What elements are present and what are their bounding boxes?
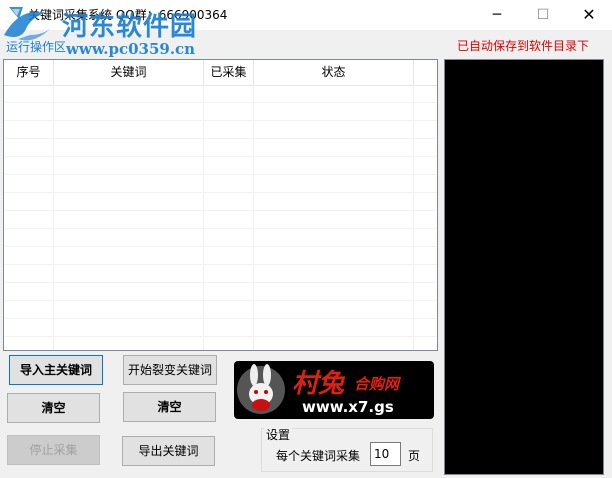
close-button[interactable]: ✕ xyxy=(566,0,612,30)
table-row xyxy=(4,121,437,139)
table-row xyxy=(4,103,437,121)
list-header: 序号 关键词 已采集 状态 xyxy=(4,60,437,86)
keyword-list[interactable]: 序号 关键词 已采集 状态 xyxy=(3,59,438,351)
table-row xyxy=(4,301,437,319)
pages-per-keyword-input[interactable] xyxy=(370,442,401,466)
table-row xyxy=(4,337,437,350)
pages-unit-label: 页 xyxy=(408,449,421,463)
ad-banner[interactable]: 村兔 合购网 www.x7.gs xyxy=(234,361,434,419)
settings-legend: 设置 xyxy=(264,426,293,443)
import-main-keywords-button[interactable]: 导入主关键词 xyxy=(9,355,103,385)
ad-brand: 村兔 xyxy=(292,369,345,399)
output-panel[interactable] xyxy=(444,59,604,475)
table-row xyxy=(4,283,437,301)
table-row xyxy=(4,85,437,103)
operation-area-label: 运行操作区 xyxy=(6,40,67,54)
clear-main-button[interactable]: 清空 xyxy=(7,393,100,423)
export-keywords-button[interactable]: 导出关键词 xyxy=(122,436,215,466)
save-notice: 已自动保存到软件目录下 xyxy=(457,39,590,53)
column-header-collected[interactable]: 已采集 xyxy=(204,60,254,85)
column-header-status[interactable]: 状态 xyxy=(254,60,414,85)
column-header-index[interactable]: 序号 xyxy=(4,60,54,85)
clear-split-button[interactable]: 清空 xyxy=(123,392,216,422)
table-row xyxy=(4,157,437,175)
stop-collect-button[interactable]: 停止采集 xyxy=(7,435,100,465)
watermark-url: www.pc0359.cn xyxy=(66,40,196,58)
list-body xyxy=(4,85,437,350)
table-row xyxy=(4,319,437,337)
table-row xyxy=(4,139,437,157)
ad-url: www.x7.gs xyxy=(302,398,394,416)
maximize-button[interactable]: ☐ xyxy=(520,0,566,30)
table-row xyxy=(4,229,437,247)
ad-tagline: 合购网 xyxy=(354,375,400,393)
column-header-keyword[interactable]: 关键词 xyxy=(54,60,204,85)
pages-per-keyword-label: 每个关键词采集 xyxy=(276,449,361,463)
table-row xyxy=(4,193,437,211)
watermark-title: 河东软件园 xyxy=(62,12,198,42)
minimize-button[interactable]: ─ xyxy=(474,0,520,30)
table-row xyxy=(4,211,437,229)
start-split-keywords-button[interactable]: 开始裂变关键词 xyxy=(123,355,217,385)
table-row xyxy=(4,175,437,193)
table-row xyxy=(4,247,437,265)
table-row xyxy=(4,265,437,283)
